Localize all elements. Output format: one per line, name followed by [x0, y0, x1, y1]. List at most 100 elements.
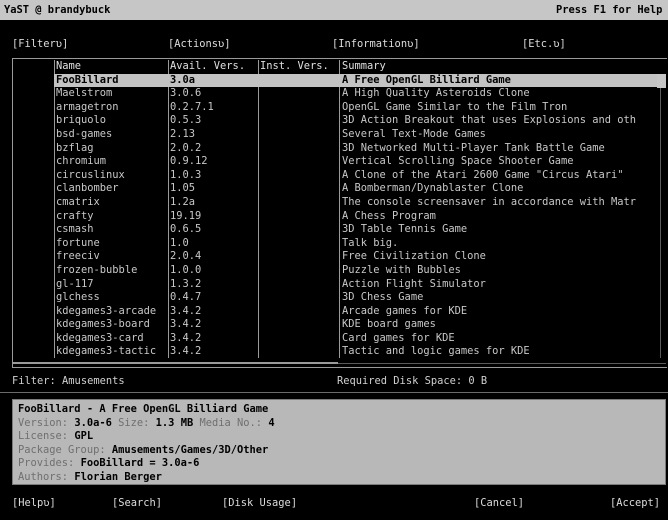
- summary-cell: Tactic and logic games for KDE: [342, 345, 530, 358]
- avail-version-cell: 2.0.2: [170, 141, 202, 154]
- summary-cell: Talk big.: [342, 236, 399, 249]
- summary-cell: Several Text-Mode Games: [342, 127, 486, 140]
- horizontal-scrollbar[interactable]: [12, 359, 666, 367]
- table-row[interactable]: crafty 19.19 A Chess Program: [54, 210, 666, 224]
- summary-cell: Action Flight Simulator: [342, 277, 486, 290]
- table-row[interactable]: glchess 0.4.7 3D Chess Game: [54, 291, 666, 305]
- summary-cell: Arcade games for KDE: [342, 304, 468, 317]
- avail-version-cell: 1.0: [170, 236, 189, 249]
- cancel-button[interactable]: [Cancel]: [474, 497, 524, 511]
- package-name-cell: crafty: [56, 209, 94, 222]
- package-name-cell: Maelstrom: [56, 87, 113, 100]
- avail-version-cell: 2.13: [170, 127, 196, 140]
- package-name-cell: fortune: [56, 236, 100, 249]
- table-row[interactable]: Maelstrom 3.0.6 A High Quality Asteroids C…: [54, 87, 666, 101]
- table-row[interactable]: circuslinux 1.0.3 A Clone of the Atari 260…: [54, 169, 666, 183]
- table-row[interactable]: kdegames3-card 3.4.2 Card games for KDE: [54, 332, 666, 346]
- accept-button[interactable]: [Accept]: [610, 497, 660, 511]
- table-row[interactable]: fortune 1.0 Talk big.: [54, 237, 666, 251]
- package-name-cell: cmatrix: [56, 195, 100, 208]
- table-row[interactable]: chromium 0.9.12 Vertical Scrolling Space S…: [54, 155, 666, 169]
- provides-label: Provides:: [18, 457, 75, 470]
- avail-version-cell: 2.0.4: [170, 250, 202, 263]
- header-summary[interactable]: Summary: [342, 60, 664, 74]
- avail-version-cell: 0.2.7.1: [170, 100, 214, 113]
- detail-version-line: Version: 3.0a-6 Size: 1.3 MB Media No.: …: [18, 417, 275, 431]
- table-row[interactable]: cmatrix 1.2a The console screensaver in ac…: [54, 196, 666, 210]
- detail-title: FooBillard - A Free OpenGL Billiard Game: [18, 403, 269, 415]
- header-name[interactable]: Name: [56, 60, 168, 74]
- summary-cell: A High Quality Asteroids Clone: [342, 87, 530, 100]
- package-name-cell: kdegames3-board: [56, 318, 150, 331]
- table-row[interactable]: briquolo 0.5.3 3D Action Breakout that use…: [54, 114, 666, 128]
- hscroll-track: [338, 363, 666, 364]
- summary-cell: 3D Table Tennis Game: [342, 223, 468, 236]
- table-row[interactable]: kdegames3-arcade 3.4.2 Arcade games for KD…: [54, 305, 666, 319]
- avail-version-cell: 3.4.2: [170, 331, 202, 344]
- table-row[interactable]: armagetron 0.2.7.1 OpenGL Game Similar to …: [54, 101, 666, 115]
- table-row[interactable]: csmash 0.6.5 3D Table Tennis Game: [54, 223, 666, 237]
- summary-cell: Card games for KDE: [342, 331, 455, 344]
- summary-cell: Free Civilization Clone: [342, 250, 486, 263]
- summary-cell: A Chess Program: [342, 209, 436, 222]
- table-header: Name Avail. Vers. Inst. Vers. Summary: [54, 60, 666, 74]
- package-name-cell: bzflag: [56, 141, 94, 154]
- filter-status: Filter: Amusements: [12, 375, 125, 387]
- table-row[interactable]: kdegames3-board 3.4.2 KDE board games: [54, 318, 666, 332]
- table-row[interactable]: frozen-bubble 1.0.0 Puzzle with Bubbles: [54, 264, 666, 278]
- table-row[interactable]: bsd-games 2.13 Several Text-Mode Games: [54, 128, 666, 142]
- header-avail-version[interactable]: Avail. Vers.: [170, 60, 256, 74]
- divider: [0, 392, 668, 393]
- avail-version-cell: 0.5.3: [170, 114, 202, 127]
- scrollbar-track: [660, 88, 661, 358]
- provides-value: FooBillard = 3.0a-6: [80, 457, 200, 470]
- detail-license-line: License: GPL: [18, 430, 93, 444]
- summary-cell: A Bomberman/Dynablaster Clone: [342, 182, 524, 195]
- avail-version-cell: 3.4.2: [170, 318, 202, 331]
- menu-filter[interactable]: [Filterʋ]: [12, 38, 68, 52]
- summary-cell: KDE board games: [342, 318, 436, 331]
- avail-version-cell: 1.0.3: [170, 168, 202, 181]
- header-inst-version[interactable]: Inst. Vers.: [260, 60, 340, 74]
- package-name-cell: kdegames3-tactic: [56, 345, 157, 358]
- summary-cell: Vertical Scrolling Space Shooter Game: [342, 155, 574, 168]
- detail-provides-line: Provides: FooBillard = 3.0a-6: [18, 457, 199, 471]
- avail-version-cell: 19.19: [170, 209, 202, 222]
- table-row[interactable]: gl-117 1.3.2 Action Flight Simulator: [54, 278, 666, 292]
- avail-version-cell: 1.05: [170, 182, 196, 195]
- avail-version-cell: 3.4.2: [170, 345, 202, 358]
- search-button[interactable]: [Search]: [112, 497, 162, 511]
- detail-group-line: Package Group: Amusements/Games/3D/Other: [18, 444, 268, 458]
- vertical-scrollbar[interactable]: [656, 74, 666, 358]
- detail-authors-line: Authors: Florian Berger: [18, 471, 162, 485]
- scrollbar-thumb[interactable]: [657, 74, 666, 88]
- menu-information[interactable]: [Informationʋ]: [332, 38, 420, 52]
- package-name-cell: glchess: [56, 291, 100, 304]
- avail-version-cell: 1.0.0: [170, 263, 202, 276]
- table-row[interactable]: kdegames3-tactic 3.4.2 Tactic and logic ga…: [54, 345, 666, 359]
- avail-version-cell: 1.2a: [170, 195, 196, 208]
- table-row[interactable]: FooBillard 3.0a A Free OpenGL Billiard Gam…: [54, 73, 666, 88]
- disk-usage-button[interactable]: [Disk Usage]: [222, 497, 297, 511]
- summary-cell: OpenGL Game Similar to the Film Tron: [342, 100, 568, 113]
- avail-version-cell: 3.0.6: [170, 87, 202, 100]
- group-value: Amusements/Games/3D/Other: [111, 443, 269, 456]
- package-name-cell: chromium: [56, 155, 107, 168]
- table-row[interactable]: bzflag 2.0.2 3D Networked Multi-Player Tan…: [54, 142, 666, 156]
- package-table: Name Avail. Vers. Inst. Vers. Summary Fo…: [54, 60, 666, 359]
- menu-etc[interactable]: [Etc.ʋ]: [522, 38, 566, 52]
- license-value: GPL: [74, 430, 94, 443]
- group-label: Package Group:: [18, 443, 106, 456]
- help-button[interactable]: [Helpʋ]: [12, 497, 56, 511]
- table-row[interactable]: freeciv 2.0.4 Free Civilization Clone: [54, 250, 666, 264]
- table-row[interactable]: clanbomber 1.05 A Bomberman/Dynablaster Cl…: [54, 182, 666, 196]
- authors-label: Authors:: [18, 471, 69, 483]
- package-name-cell: FooBillard: [56, 73, 119, 86]
- title-bar: YaST @ brandybuck Press F1 for Help: [0, 0, 668, 20]
- hscroll-thumb[interactable]: [12, 362, 338, 364]
- package-name-cell: armagetron: [56, 100, 119, 113]
- menu-actions[interactable]: [Actionsʋ]: [168, 38, 231, 52]
- package-name-cell: kdegames3-arcade: [56, 304, 157, 317]
- package-name-cell: clanbomber: [56, 182, 119, 195]
- size-label: Size:: [118, 416, 150, 429]
